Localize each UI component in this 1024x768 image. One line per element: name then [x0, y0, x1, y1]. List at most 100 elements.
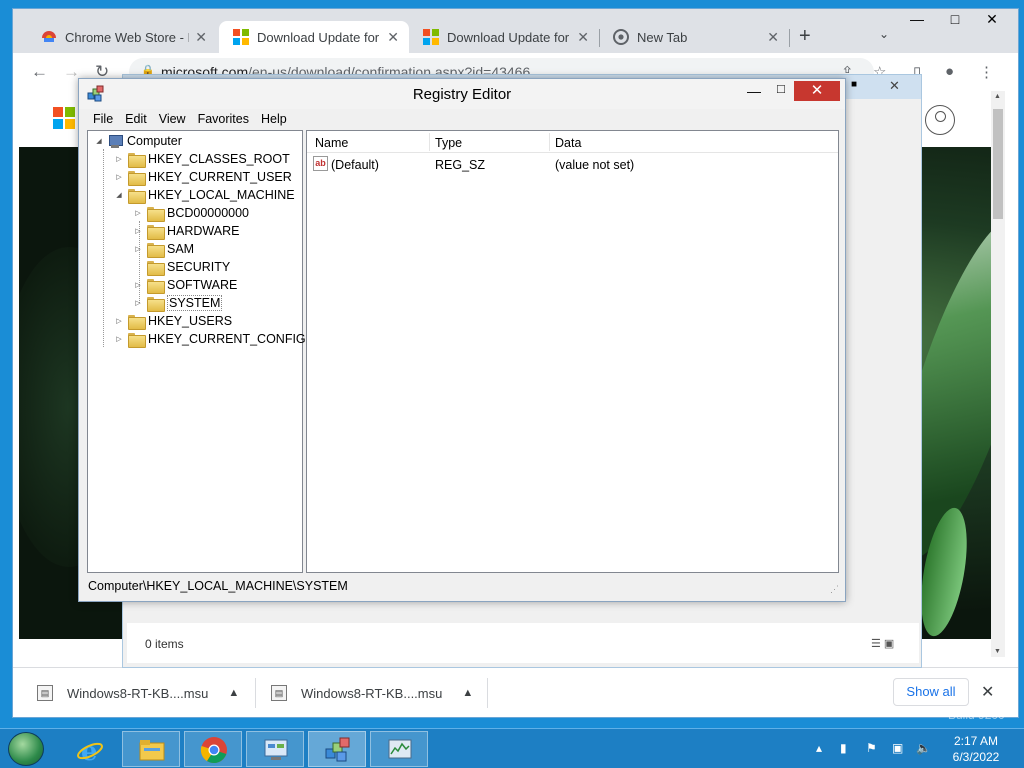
tree-node-system[interactable]: ▷ SYSTEM: [133, 294, 223, 312]
chevron-up-icon[interactable]: ▲: [228, 687, 239, 699]
menu-dots-icon[interactable]: ⋮: [979, 63, 994, 81]
tree-node-hklm[interactable]: ◢ HKEY_LOCAL_MACHINE: [114, 186, 295, 204]
back-arrow-icon[interactable]: ←: [31, 62, 48, 82]
status-pane: 0 items ☰ ▣: [127, 623, 919, 663]
tab-separator: [789, 29, 790, 47]
account-icon[interactable]: [925, 105, 955, 135]
collapse-arrow-icon[interactable]: ◢: [94, 137, 104, 145]
values-list[interactable]: Name Type Data ab (Default) REG_SZ (valu…: [306, 130, 839, 573]
scrollbar-thumb[interactable]: [993, 109, 1003, 219]
system-clock[interactable]: 2:17 AM 6/3/2022: [946, 733, 1006, 765]
folder-icon: [147, 224, 165, 240]
expand-arrow-icon[interactable]: ▷: [133, 227, 143, 235]
close-icon[interactable]: ✕: [577, 29, 589, 46]
maximize-icon[interactable]: ■: [851, 79, 857, 90]
folder-icon: [147, 206, 165, 222]
menu-favorites[interactable]: Favorites: [198, 112, 249, 126]
new-tab-plus-icon[interactable]: +: [799, 25, 811, 48]
show-hidden-icons-icon[interactable]: ▴: [816, 741, 822, 755]
tree-node-security[interactable]: SECURITY: [133, 258, 230, 276]
menu-help[interactable]: Help: [261, 112, 287, 126]
folder-icon: [147, 260, 165, 276]
tree-node-hkcu[interactable]: ▷ HKEY_CURRENT_USER: [114, 168, 292, 186]
tab-new-tab[interactable]: New Tab ✕: [599, 21, 789, 53]
taskbar-regedit-button[interactable]: [308, 731, 366, 767]
tab-chrome-web-store[interactable]: Chrome Web Store - Ex ✕: [27, 21, 217, 53]
collapse-arrow-icon[interactable]: ◢: [114, 191, 124, 199]
tab-download-update[interactable]: Download Update for W ✕: [409, 21, 599, 53]
expand-arrow-icon[interactable]: ▷: [114, 317, 124, 325]
view-toggle-icon[interactable]: ☰ ▣: [871, 637, 894, 650]
close-icon[interactable]: ✕: [767, 29, 779, 46]
tab-download-update-active[interactable]: Download Update for W ✕: [219, 21, 409, 53]
column-divider[interactable]: [429, 133, 430, 151]
folder-icon: [128, 188, 146, 204]
tree-node-hku[interactable]: ▷ HKEY_USERS: [114, 312, 232, 330]
window-titlebar[interactable]: Registry Editor — □ ✕: [79, 79, 845, 109]
tree-node-hkcr[interactable]: ▷ HKEY_CLASSES_ROOT: [114, 150, 290, 168]
tree-node-bcd[interactable]: ▷ BCD00000000: [133, 204, 249, 222]
minimize-icon[interactable]: —: [747, 83, 761, 99]
tree-label: SAM: [167, 242, 195, 256]
column-header-data[interactable]: Data: [555, 136, 581, 150]
tree-node-computer[interactable]: ◢ Computer: [94, 132, 182, 150]
expand-arrow-icon[interactable]: ▷: [133, 209, 143, 217]
volume-muted-icon[interactable]: 🔈: [916, 741, 931, 755]
chevron-up-icon[interactable]: ▲: [462, 687, 473, 699]
menu-file[interactable]: File: [93, 112, 113, 126]
download-item[interactable]: ▤ Windows8-RT-KB....msu ▲: [37, 678, 239, 708]
column-header-type[interactable]: Type: [435, 136, 462, 150]
download-item[interactable]: ▤ Windows8-RT-KB....msu ▲: [271, 678, 473, 708]
expand-arrow-icon[interactable]: ▷: [133, 245, 143, 253]
taskbar-control-panel-button[interactable]: [246, 731, 304, 767]
taskbar-explorer-button[interactable]: [122, 731, 180, 767]
taskbar-task-manager-button[interactable]: [370, 731, 428, 767]
resize-grip-icon[interactable]: ⋰: [830, 584, 839, 595]
taskbar-ie-button[interactable]: e: [60, 731, 118, 767]
tab-title: Chrome Web Store - Ex: [65, 29, 190, 45]
expand-arrow-icon[interactable]: ▷: [133, 281, 143, 289]
window-close-icon[interactable]: ✕: [794, 81, 840, 101]
download-shelf: ▤ Windows8-RT-KB....msu ▲ ▤ Windows8-RT-…: [13, 667, 1018, 717]
window-close-icon[interactable]: ✕: [889, 78, 900, 94]
divider: [255, 678, 256, 708]
maximize-icon[interactable]: □: [937, 11, 973, 33]
column-header-name[interactable]: Name: [315, 136, 348, 150]
minimize-icon[interactable]: —: [899, 11, 935, 33]
msu-file-icon: ▤: [271, 685, 287, 701]
folder-icon: [147, 278, 165, 294]
column-divider[interactable]: [549, 133, 550, 151]
taskbar-chrome-button[interactable]: [184, 731, 242, 767]
menu-view[interactable]: View: [159, 112, 186, 126]
expand-arrow-icon[interactable]: ▷: [114, 173, 124, 181]
menu-edit[interactable]: Edit: [125, 112, 147, 126]
start-orb-icon[interactable]: [8, 732, 44, 766]
tree-label: SYSTEM: [167, 295, 223, 311]
battery-icon[interactable]: ▮: [840, 741, 847, 755]
scroll-up-icon[interactable]: ▲: [994, 93, 1001, 100]
tree-node-sam[interactable]: ▷ SAM: [133, 240, 194, 258]
tree-label: SECURITY: [167, 260, 231, 274]
show-all-button[interactable]: Show all: [893, 678, 969, 706]
expand-arrow-icon[interactable]: ▷: [114, 335, 124, 343]
profile-icon[interactable]: ●: [945, 63, 954, 80]
microsoft-logo[interactable]: [53, 107, 75, 129]
tree-node-hkcc[interactable]: ▷ HKEY_CURRENT_CONFIG: [114, 330, 306, 348]
list-item[interactable]: ab (Default) REG_SZ (value not set): [307, 155, 838, 175]
close-icon[interactable]: ✕: [387, 29, 399, 46]
expand-arrow-icon[interactable]: ▷: [114, 155, 124, 163]
registry-tree[interactable]: ◢ Computer ▷ HKEY_CLASSES_ROOT ▷ HKEY_CU…: [87, 130, 306, 573]
tree-node-hardware[interactable]: ▷ HARDWARE: [133, 222, 239, 240]
tree-label: HARDWARE: [167, 224, 240, 238]
close-icon[interactable]: ✕: [195, 29, 207, 46]
tree-node-software[interactable]: ▷ SOFTWARE: [133, 276, 237, 294]
network-icon[interactable]: ▣: [892, 741, 903, 755]
page-scrollbar[interactable]: ▲ ▼: [991, 91, 1005, 657]
window-close-icon[interactable]: ✕: [971, 11, 1013, 33]
scroll-down-icon[interactable]: ▼: [994, 648, 1001, 655]
chevron-down-icon[interactable]: ⌄: [879, 27, 889, 41]
flag-icon[interactable]: ⚑: [866, 741, 877, 755]
close-icon[interactable]: ✕: [981, 682, 994, 702]
maximize-icon[interactable]: □: [777, 81, 785, 96]
expand-arrow-icon[interactable]: ▷: [133, 299, 143, 307]
